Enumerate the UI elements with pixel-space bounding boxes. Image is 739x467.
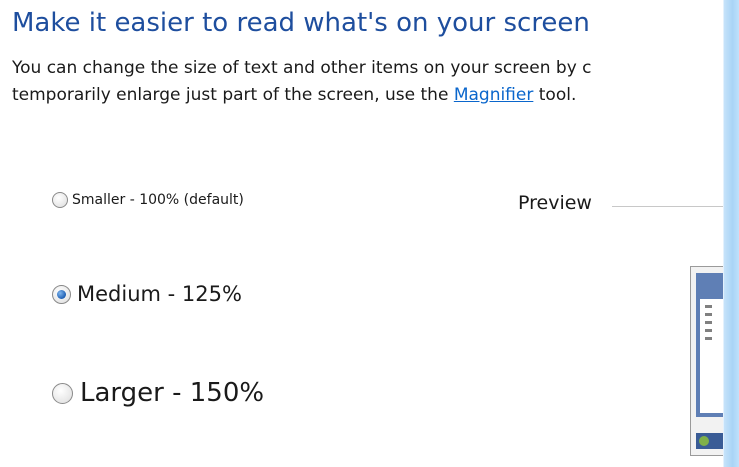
option-smaller-label: Smaller - 100% (default) — [72, 192, 244, 208]
option-larger-label: Larger - 150% — [80, 378, 265, 408]
preview-line — [705, 313, 712, 316]
preview-window-pane — [700, 299, 723, 413]
option-medium-label: Medium - 125% — [77, 282, 242, 306]
preview-window — [696, 273, 723, 417]
radio-unchecked-icon[interactable] — [52, 192, 68, 208]
magnifier-link[interactable]: Magnifier — [454, 85, 534, 105]
window-edge-strip — [723, 0, 739, 467]
preview-taskbar — [696, 433, 723, 449]
preview-line — [705, 321, 712, 324]
radio-unchecked-icon[interactable] — [52, 382, 73, 404]
description-text: You can change the size of text and othe… — [12, 55, 722, 109]
radio-checked-icon[interactable] — [52, 284, 71, 304]
preview-label: Preview — [518, 192, 592, 214]
preview-divider — [612, 206, 723, 207]
description-line-1: You can change the size of text and othe… — [12, 58, 592, 78]
page-title: Make it easier to read what's on your sc… — [12, 8, 590, 38]
description-line-2-suffix: tool. — [533, 85, 577, 105]
preview-line — [705, 305, 712, 308]
description-line-2-prefix: temporarily enlarge just part of the scr… — [12, 85, 454, 105]
preview-line — [705, 329, 712, 332]
preview-line — [705, 337, 712, 340]
option-smaller[interactable]: Smaller - 100% (default) — [52, 192, 244, 208]
start-orb-icon — [699, 436, 709, 446]
preview-screen-thumbnail — [690, 266, 723, 456]
option-larger[interactable]: Larger - 150% — [52, 378, 264, 408]
option-medium[interactable]: Medium - 125% — [52, 282, 242, 306]
description-line-2: temporarily enlarge just part of the scr… — [12, 82, 722, 109]
